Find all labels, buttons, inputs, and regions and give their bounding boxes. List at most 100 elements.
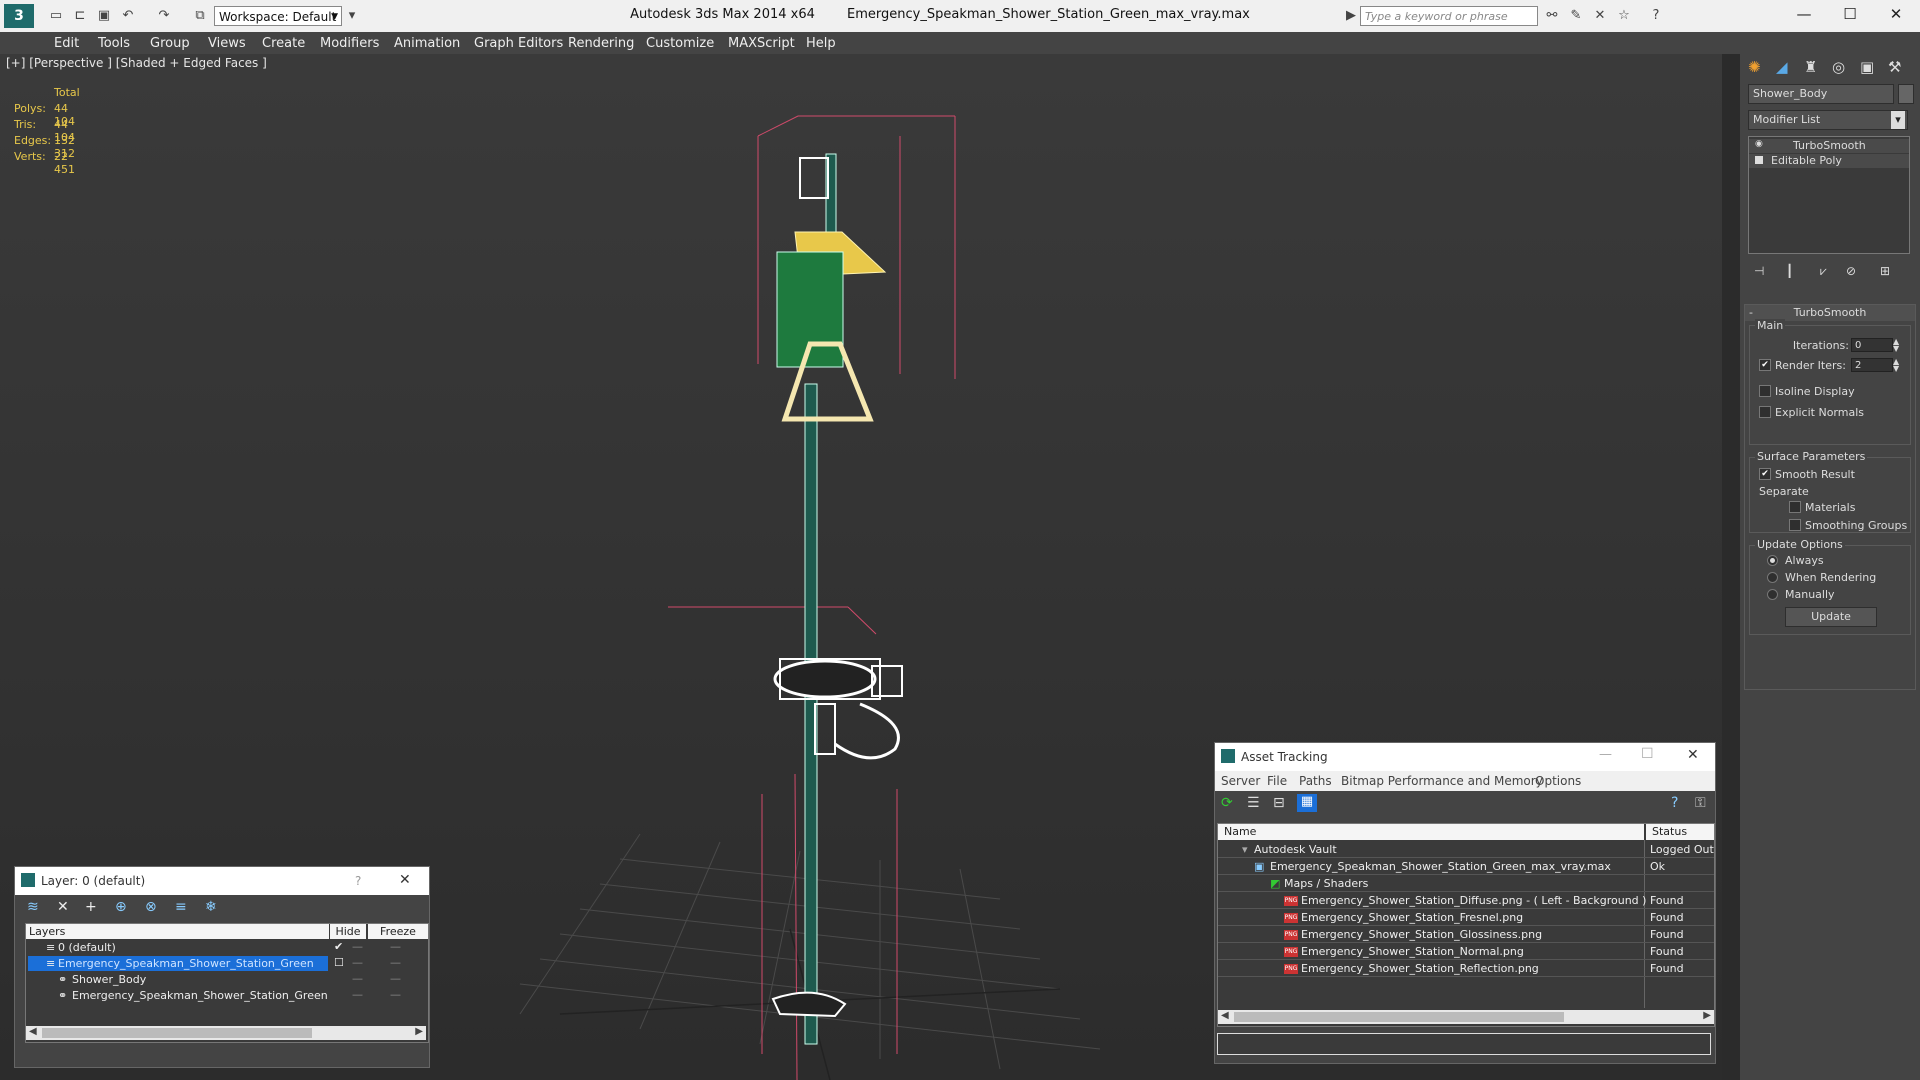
minimize-icon[interactable]: — (1784, 5, 1824, 27)
asset-row[interactable]: ◩ Maps / Shaders (1218, 875, 1714, 892)
list-view-icon[interactable]: ☰ (1247, 795, 1260, 811)
asset-row[interactable]: PNG Emergency_Shower_Station_Normal.png F… (1218, 943, 1714, 960)
modifier-stack[interactable]: ◉ TurboSmooth Editable Poly (1748, 136, 1910, 254)
help-icon[interactable]: ? (1671, 795, 1678, 811)
modifier-list-dropdown[interactable]: Modifier List ▾ (1748, 110, 1908, 130)
materials-checkbox[interactable] (1789, 501, 1801, 513)
lightbulb-icon[interactable]: ◉ (1755, 139, 1763, 149)
highlight-selected-icon[interactable]: ⊗ (145, 899, 157, 915)
refresh-icon[interactable]: ⟳ (1221, 795, 1233, 811)
asset-row[interactable]: PNG Emergency_Shower_Station_Diffuse.png … (1218, 892, 1714, 909)
horizontal-scrollbar[interactable]: ◀ ▶ (1218, 1010, 1714, 1024)
when-rendering-radio[interactable] (1767, 572, 1778, 583)
menu-maxscript[interactable]: MAXScript (728, 36, 795, 51)
menu-rendering[interactable]: Rendering (568, 36, 634, 51)
always-radio[interactable] (1767, 555, 1778, 566)
menu-views[interactable]: Views (208, 36, 246, 51)
menu-create[interactable]: Create (262, 36, 305, 51)
asset-path-field[interactable] (1217, 1033, 1711, 1055)
configure-sets-icon[interactable]: ⊞ (1880, 264, 1890, 278)
layer-row[interactable]: ≡ 0 (default) ✔ — — (26, 940, 426, 955)
checkmark-icon[interactable]: ✔ (334, 940, 343, 953)
menu-customize[interactable]: Customize (646, 36, 714, 51)
scrollbar-thumb[interactable] (42, 1028, 312, 1038)
close-icon[interactable]: ✕ (1687, 747, 1699, 763)
search-expand-icon[interactable]: ▶ (1346, 8, 1356, 24)
favorites-star-icon[interactable]: ☆ (1616, 8, 1632, 24)
layer-row[interactable]: ⚭ Shower_Body — — (26, 972, 426, 987)
hierarchy-tab-icon[interactable]: ♜ (1804, 58, 1817, 76)
menu-server[interactable]: Server (1221, 774, 1260, 788)
pin-stack-icon[interactable]: ⊣ (1754, 264, 1764, 278)
object-color-swatch[interactable] (1898, 84, 1914, 104)
binoculars-icon[interactable]: ⚯ (1544, 8, 1560, 24)
menu-graph-editors[interactable]: Graph Editors (474, 36, 563, 51)
horizontal-scrollbar[interactable]: ◀ ▶ (26, 1026, 426, 1040)
vault-help-icon[interactable]: ⚿ (1695, 795, 1706, 811)
scroll-left-icon[interactable]: ◀ (29, 1026, 37, 1037)
maximize-icon[interactable]: ☐ (1641, 746, 1654, 762)
hide-toggle[interactable]: — (352, 972, 363, 985)
make-unique-icon[interactable]: ⩗ (1820, 264, 1827, 279)
menu-tools[interactable]: Tools (98, 36, 130, 51)
close-icon[interactable]: ✕ (1876, 5, 1916, 27)
hide-toggle[interactable]: — (352, 988, 363, 1001)
menu-paths[interactable]: Paths (1299, 774, 1332, 788)
menu-bitmap-performance[interactable]: Bitmap Performance and Memory (1341, 774, 1543, 788)
expand-icon[interactable] (1755, 156, 1763, 164)
isoline-display-checkbox[interactable] (1759, 385, 1771, 397)
spinner-arrows-icon[interactable]: ▲ ▼ (1893, 358, 1899, 373)
add-to-layer-icon[interactable]: + (85, 899, 97, 915)
help-icon[interactable]: ? (355, 874, 361, 888)
menu-group[interactable]: Group (150, 36, 190, 51)
motion-tab-icon[interactable]: ◎ (1832, 58, 1845, 76)
show-end-result-icon[interactable]: ┃ (1786, 264, 1793, 278)
create-tab-icon[interactable]: ✺ (1748, 58, 1761, 76)
help-icon[interactable]: ? (1648, 8, 1664, 24)
manually-radio[interactable] (1767, 589, 1778, 600)
freeze-toggle[interactable]: — (390, 956, 401, 969)
menu-edit[interactable]: Edit (54, 36, 79, 51)
scroll-left-icon[interactable]: ◀ (1221, 1010, 1229, 1021)
asset-row[interactable]: PNG Emergency_Shower_Station_Glossiness.p… (1218, 926, 1714, 943)
utilities-tab-icon[interactable]: ⚒ (1888, 58, 1901, 76)
communication-icon[interactable]: ✎ (1568, 8, 1584, 24)
column-hide[interactable]: Hide (330, 924, 366, 939)
menu-modifiers[interactable]: Modifiers (320, 36, 379, 51)
modify-tab-icon[interactable]: ◢ (1776, 58, 1788, 76)
column-freeze[interactable]: Freeze (368, 924, 428, 939)
minimize-icon[interactable]: — (1599, 747, 1612, 762)
freeze-all-icon[interactable]: ❄ (205, 899, 217, 915)
smooth-result-checkbox[interactable]: ✔ (1759, 468, 1771, 480)
close-icon[interactable]: ✕ (399, 872, 411, 888)
asset-row[interactable]: ▾ Autodesk Vault Logged Out (1218, 841, 1714, 858)
layer-row-selected[interactable]: ≡ Emergency_Speakman_Shower_Station_Gree… (28, 956, 328, 971)
render-iters-spinner[interactable]: 2 (1851, 358, 1893, 372)
layer-window-titlebar[interactable]: Layer: 0 (default) ? ✕ (15, 867, 429, 895)
menu-animation[interactable]: Animation (394, 36, 460, 51)
scrollbar-thumb[interactable] (1234, 1012, 1564, 1022)
column-layers[interactable]: Layers (26, 924, 329, 939)
create-layer-icon[interactable]: ≋ (27, 899, 39, 915)
grid-view-icon[interactable]: ▦ (1297, 794, 1317, 812)
column-name[interactable]: Name (1218, 824, 1644, 840)
asset-window-titlebar[interactable]: Asset Tracking — ☐ ✕ (1215, 743, 1715, 771)
freeze-toggle[interactable]: — (390, 988, 401, 1001)
object-name-field[interactable]: Shower_Body (1748, 84, 1894, 104)
menu-file[interactable]: File (1267, 774, 1287, 788)
display-tab-icon[interactable]: ▣ (1860, 58, 1874, 76)
stack-item-editable-poly[interactable]: Editable Poly (1749, 154, 1909, 168)
iterations-spinner[interactable]: 0 (1851, 338, 1893, 352)
freeze-toggle[interactable]: — (390, 972, 401, 985)
menu-options[interactable]: Options (1535, 774, 1581, 788)
current-layer-box-icon[interactable]: ☐ (334, 956, 344, 969)
stack-item-turbosmooth[interactable]: ◉ TurboSmooth (1749, 139, 1909, 153)
hide-all-icon[interactable]: ≡ (175, 899, 187, 915)
scroll-right-icon[interactable]: ▶ (1703, 1010, 1711, 1021)
table-view-icon[interactable]: ⊟ (1273, 795, 1285, 811)
select-objects-icon[interactable]: ⊕ (115, 899, 127, 915)
hide-toggle[interactable]: — (352, 940, 363, 953)
asset-row[interactable]: PNG Emergency_Shower_Station_Reflection.p… (1218, 960, 1714, 977)
asset-row[interactable]: ▣ Emergency_Speakman_Shower_Station_Gree… (1218, 858, 1714, 875)
column-status[interactable]: Status (1646, 824, 1714, 840)
